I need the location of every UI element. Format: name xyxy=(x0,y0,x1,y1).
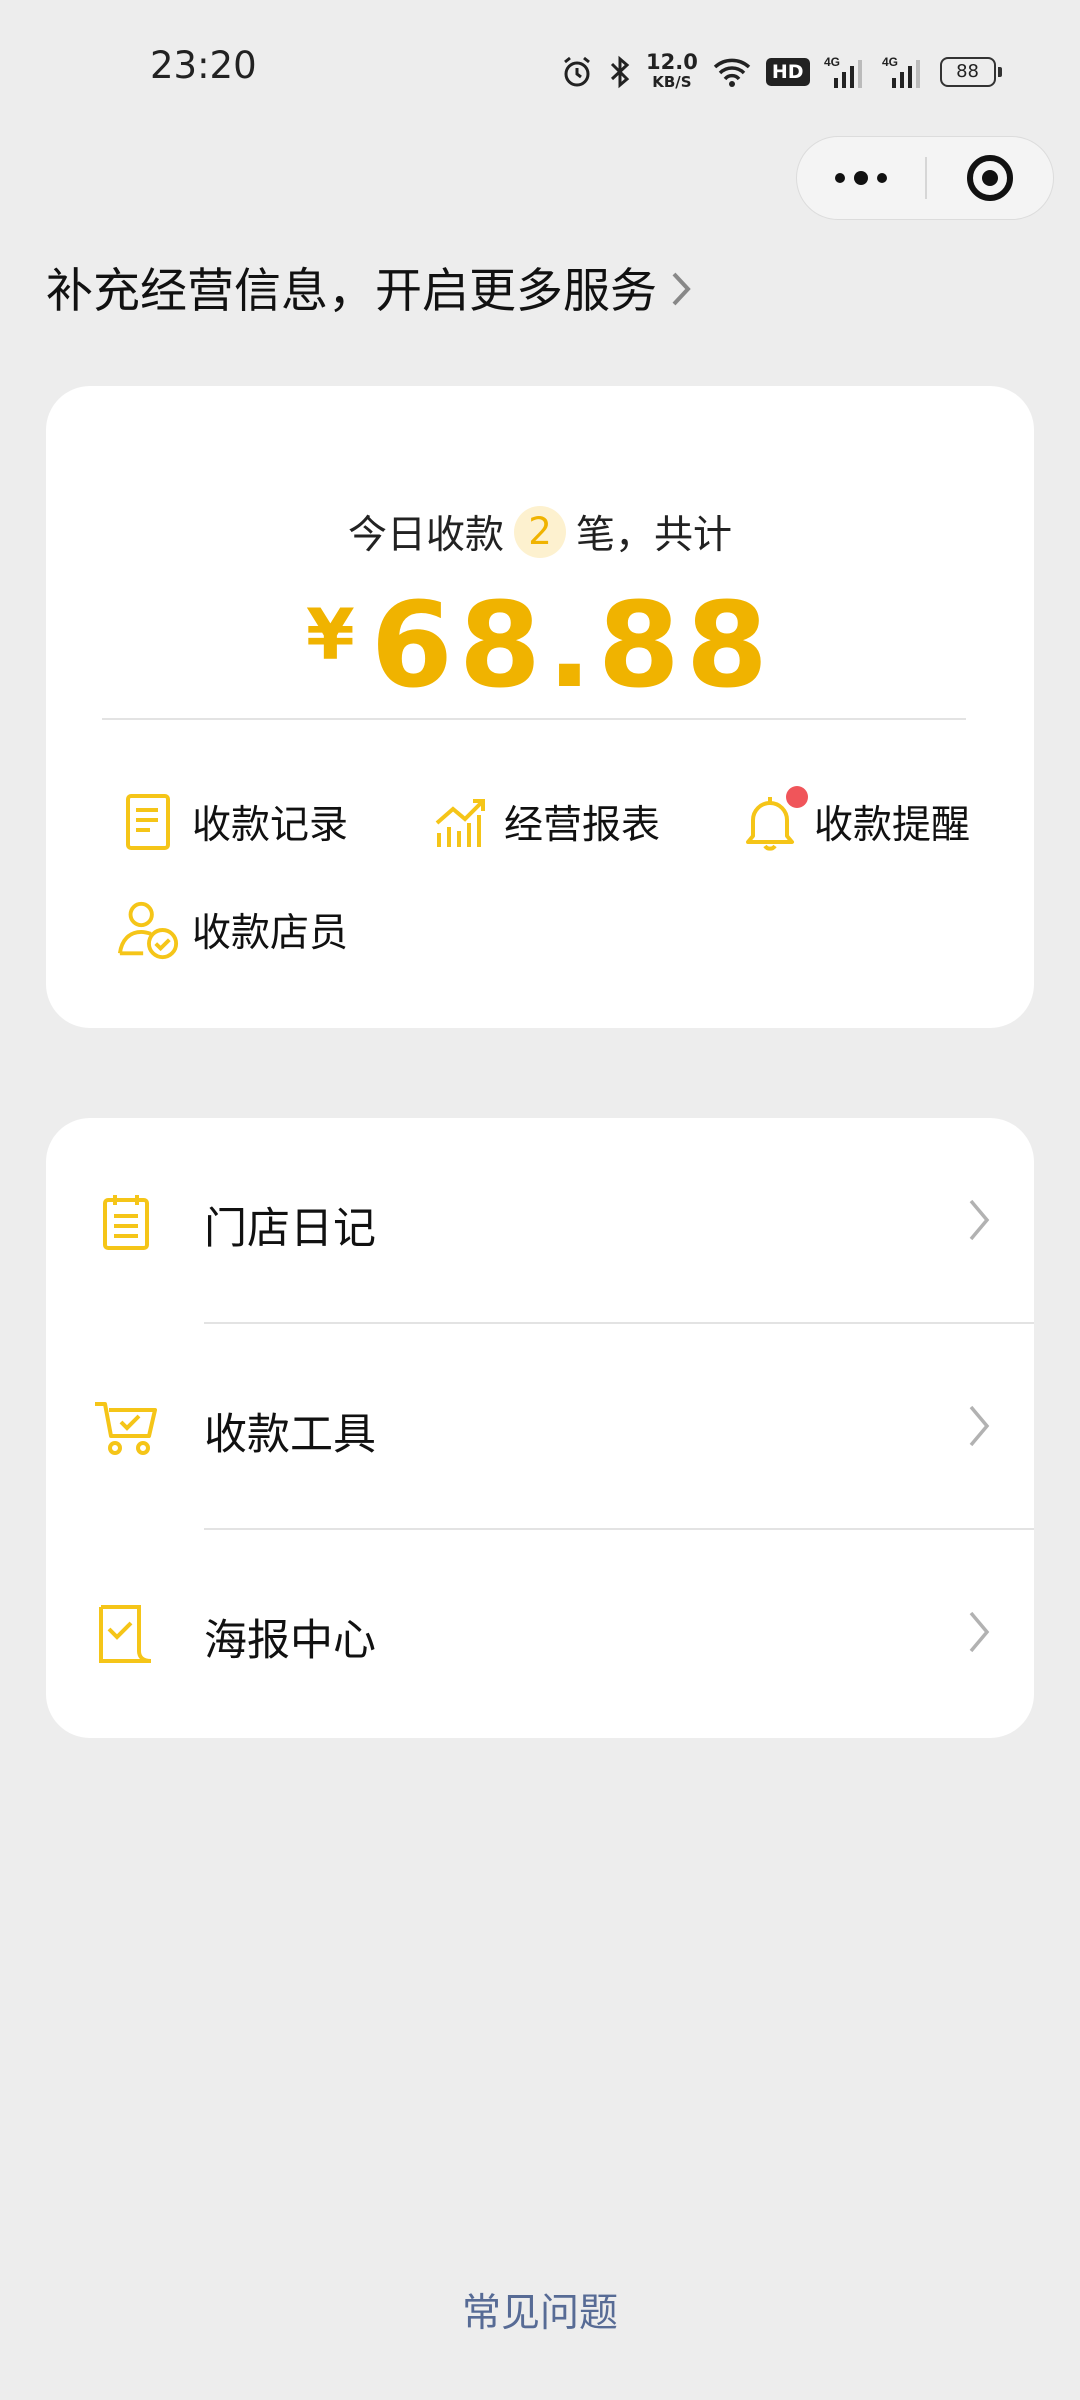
quick-action-staff[interactable]: 收款店员 xyxy=(116,898,348,962)
document-icon xyxy=(126,794,170,850)
quick-action-label: 收款店员 xyxy=(192,911,349,956)
hd-icon: HD xyxy=(765,58,810,86)
mini-program-capsule xyxy=(796,136,1054,220)
notification-dot xyxy=(786,786,808,808)
status-time: 23:20 xyxy=(150,44,257,87)
menu-item-label: 海报中心 xyxy=(204,1616,376,1666)
signal-icon: 4G xyxy=(882,55,920,88)
chevron-right-icon xyxy=(969,1611,990,1653)
summary-card: 今日收款 2 笔，共计 ¥68.88 收款记录 经营报表 收款提醒 收款店员 xyxy=(46,386,1034,1028)
target-icon xyxy=(967,155,1013,201)
chart-icon xyxy=(435,799,485,847)
more-dots-icon xyxy=(835,171,887,185)
summary-prefix: 今日收款 xyxy=(347,513,504,558)
quick-action-label: 收款提醒 xyxy=(814,803,971,848)
net-speed: 12.0 KB/S xyxy=(646,50,698,92)
svg-text:4G: 4G xyxy=(882,55,898,69)
notepad-icon xyxy=(103,1195,149,1250)
chevron-right-icon xyxy=(672,272,691,305)
staff-icon xyxy=(117,901,179,960)
chevron-right-icon xyxy=(969,1199,990,1241)
divider xyxy=(102,718,966,720)
faq-link[interactable]: 常见问题 xyxy=(0,2282,1080,2338)
quick-action-label: 收款记录 xyxy=(192,803,349,848)
today-summary: 今日收款 2 笔，共计 xyxy=(46,504,1034,560)
bluetooth-icon xyxy=(610,55,630,89)
chevron-right-icon xyxy=(969,1405,990,1447)
business-info-link[interactable]: 补充经营信息，开启更多服务 xyxy=(46,252,691,321)
svg-text:4G: 4G xyxy=(824,55,840,69)
total-amount: ¥68.88 xyxy=(46,576,1034,714)
quick-action-payment-alert[interactable]: 收款提醒 xyxy=(738,786,971,854)
menu-item-label: 收款工具 xyxy=(204,1410,376,1460)
alarm-icon xyxy=(564,56,590,87)
cart-icon xyxy=(95,1402,157,1455)
quick-action-business-report[interactable]: 经营报表 xyxy=(428,790,660,854)
amount-value: 68.88 xyxy=(370,576,774,714)
wifi-icon xyxy=(713,58,751,87)
close-button[interactable] xyxy=(927,137,1053,219)
more-button[interactable] xyxy=(797,137,925,219)
status-icons: 12.0 KB/S HD 4G 4G 88 xyxy=(560,50,1002,94)
page-title: 补充经营信息，开启更多服务 xyxy=(46,264,657,319)
summary-suffix: 笔，共计 xyxy=(576,513,733,558)
menu-item-poster-center[interactable]: 海报中心 xyxy=(46,1530,1034,1736)
poster-icon xyxy=(99,1605,152,1663)
menu-item-label: 门店日记 xyxy=(204,1204,376,1254)
menu-card: 门店日记 收款工具 海报中心 xyxy=(46,1118,1034,1738)
status-bar: 23:20 12.0 KB/S HD 4G 4G 88 xyxy=(0,0,1080,130)
currency-symbol: ¥ xyxy=(306,594,355,676)
signal-icon: 4G xyxy=(824,55,862,88)
battery-icon: 88 xyxy=(939,57,1002,87)
quick-action-payment-records[interactable]: 收款记录 xyxy=(116,790,348,854)
quick-action-label: 经营报表 xyxy=(504,803,661,848)
menu-item-payment-tools[interactable]: 收款工具 xyxy=(46,1324,1034,1530)
count-badge: 2 xyxy=(514,506,566,558)
menu-item-store-diary[interactable]: 门店日记 xyxy=(46,1118,1034,1324)
